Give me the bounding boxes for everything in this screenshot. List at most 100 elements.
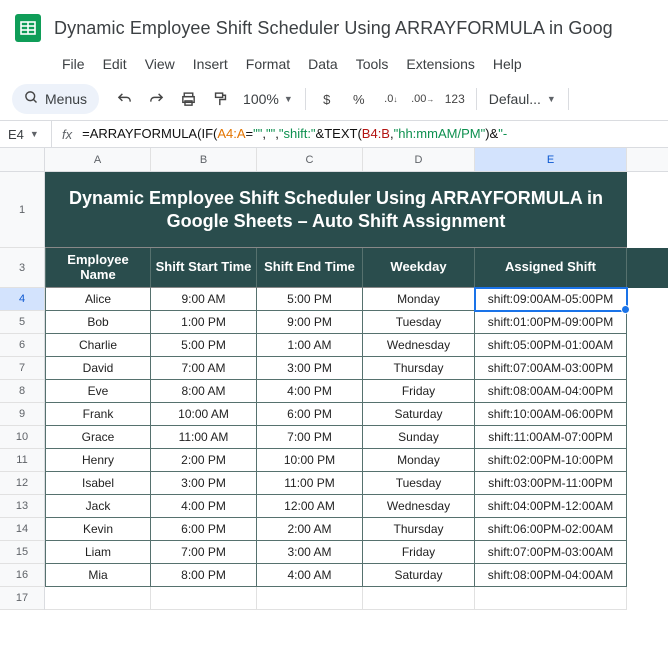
th-weekday[interactable]: Weekday <box>363 248 475 288</box>
cell[interactable]: 3:00 PM <box>257 357 363 380</box>
cell[interactable]: Charlie <box>45 334 151 357</box>
cell[interactable]: 5:00 PM <box>151 334 257 357</box>
row-header[interactable]: 12 <box>0 472 44 495</box>
currency-button[interactable]: $ <box>312 84 342 114</box>
number-format-button[interactable]: 123 <box>440 84 470 114</box>
cell[interactable]: Saturday <box>363 403 475 426</box>
cell[interactable]: Friday <box>363 380 475 403</box>
undo-button[interactable] <box>109 84 139 114</box>
cell[interactable]: Alice <box>45 288 151 311</box>
cell[interactable]: shift:01:00PM-09:00PM <box>475 311 627 334</box>
cell[interactable]: shift:07:00PM-03:00AM <box>475 541 627 564</box>
row-header[interactable]: 10 <box>0 426 44 449</box>
menu-help[interactable]: Help <box>485 52 530 76</box>
row-header[interactable]: 6 <box>0 334 44 357</box>
cell[interactable]: shift:08:00AM-04:00PM <box>475 380 627 403</box>
cell[interactable]: 3:00 AM <box>257 541 363 564</box>
cell[interactable] <box>363 587 475 610</box>
col-header[interactable]: C <box>257 148 363 171</box>
cell[interactable]: 5:00 PM <box>257 288 363 311</box>
cell[interactable]: shift:04:00PM-12:00AM <box>475 495 627 518</box>
cell[interactable]: 2:00 AM <box>257 518 363 541</box>
percent-button[interactable]: % <box>344 84 374 114</box>
menu-view[interactable]: View <box>137 52 183 76</box>
cell[interactable]: Henry <box>45 449 151 472</box>
row-header[interactable]: 16 <box>0 564 44 587</box>
cell[interactable]: Thursday <box>363 357 475 380</box>
row-header[interactable]: 9 <box>0 403 44 426</box>
cell[interactable]: 6:00 PM <box>151 518 257 541</box>
cell[interactable]: 4:00 AM <box>257 564 363 587</box>
cell[interactable]: Wednesday <box>363 495 475 518</box>
menu-tools[interactable]: Tools <box>348 52 397 76</box>
row-header[interactable]: 8 <box>0 380 44 403</box>
row-header[interactable]: 4 <box>0 288 44 311</box>
sheet-title-cell[interactable]: Dynamic Employee Shift Scheduler Using A… <box>45 172 627 248</box>
col-header[interactable]: D <box>363 148 475 171</box>
cell[interactable]: 7:00 PM <box>257 426 363 449</box>
cell[interactable]: Tuesday <box>363 311 475 334</box>
cell[interactable]: Monday <box>363 288 475 311</box>
row-header[interactable]: 14 <box>0 518 44 541</box>
sheets-logo[interactable] <box>8 8 48 48</box>
menu-edit[interactable]: Edit <box>95 52 135 76</box>
cell[interactable]: 12:00 AM <box>257 495 363 518</box>
cell[interactable]: 9:00 AM <box>151 288 257 311</box>
increase-decimal-button[interactable]: .00→ <box>408 84 438 114</box>
cell[interactable]: 8:00 AM <box>151 380 257 403</box>
cell[interactable]: 10:00 AM <box>151 403 257 426</box>
row-header[interactable]: 3 <box>0 248 44 288</box>
cell[interactable]: 10:00 PM <box>257 449 363 472</box>
cell[interactable]: Bob <box>45 311 151 334</box>
cell[interactable] <box>151 587 257 610</box>
cell[interactable] <box>45 587 151 610</box>
cell[interactable]: 9:00 PM <box>257 311 363 334</box>
document-title[interactable]: Dynamic Employee Shift Scheduler Using A… <box>54 18 613 39</box>
cell[interactable] <box>257 587 363 610</box>
cell[interactable]: Saturday <box>363 564 475 587</box>
cell[interactable]: shift:09:00AM-05:00PM <box>475 288 627 311</box>
cell[interactable]: Liam <box>45 541 151 564</box>
menu-data[interactable]: Data <box>300 52 346 76</box>
cell[interactable]: 7:00 PM <box>151 541 257 564</box>
cell[interactable]: 6:00 PM <box>257 403 363 426</box>
cell[interactable]: Jack <box>45 495 151 518</box>
menus-search-button[interactable]: Menus <box>12 84 99 114</box>
cell[interactable]: Friday <box>363 541 475 564</box>
cell[interactable]: shift:06:00PM-02:00AM <box>475 518 627 541</box>
menu-format[interactable]: Format <box>238 52 298 76</box>
formula-input[interactable]: =ARRAYFORMULA(IF(A4:A="","","shift:"&TEX… <box>82 126 507 142</box>
cell[interactable]: Wednesday <box>363 334 475 357</box>
cell[interactable]: 1:00 AM <box>257 334 363 357</box>
select-all-corner[interactable] <box>0 148 44 172</box>
print-button[interactable] <box>173 84 203 114</box>
cell[interactable]: Sunday <box>363 426 475 449</box>
cell[interactable] <box>475 587 627 610</box>
row-header[interactable]: 15 <box>0 541 44 564</box>
cell[interactable]: shift:10:00AM-06:00PM <box>475 403 627 426</box>
cell[interactable]: 3:00 PM <box>151 472 257 495</box>
cell[interactable]: 1:00 PM <box>151 311 257 334</box>
menu-file[interactable]: File <box>54 52 93 76</box>
cell[interactable]: Isabel <box>45 472 151 495</box>
cell[interactable]: Kevin <box>45 518 151 541</box>
row-header[interactable]: 17 <box>0 587 44 610</box>
name-box[interactable]: E4▼ <box>0 121 52 147</box>
cell[interactable]: shift:08:00PM-04:00AM <box>475 564 627 587</box>
cell[interactable]: Frank <box>45 403 151 426</box>
row-header[interactable]: 7 <box>0 357 44 380</box>
cell[interactable]: Thursday <box>363 518 475 541</box>
cell[interactable]: Monday <box>363 449 475 472</box>
row-header[interactable]: 13 <box>0 495 44 518</box>
cell[interactable]: 4:00 PM <box>151 495 257 518</box>
cell[interactable]: shift:03:00PM-11:00PM <box>475 472 627 495</box>
font-dropdown[interactable]: Defaul...▼ <box>483 91 562 107</box>
cell[interactable]: 8:00 PM <box>151 564 257 587</box>
cell[interactable]: 2:00 PM <box>151 449 257 472</box>
col-header[interactable]: A <box>45 148 151 171</box>
menu-extensions[interactable]: Extensions <box>398 52 482 76</box>
col-header[interactable]: E <box>475 148 627 171</box>
cell[interactable]: Grace <box>45 426 151 449</box>
cell[interactable]: Tuesday <box>363 472 475 495</box>
decrease-decimal-button[interactable]: .0↓ <box>376 84 406 114</box>
